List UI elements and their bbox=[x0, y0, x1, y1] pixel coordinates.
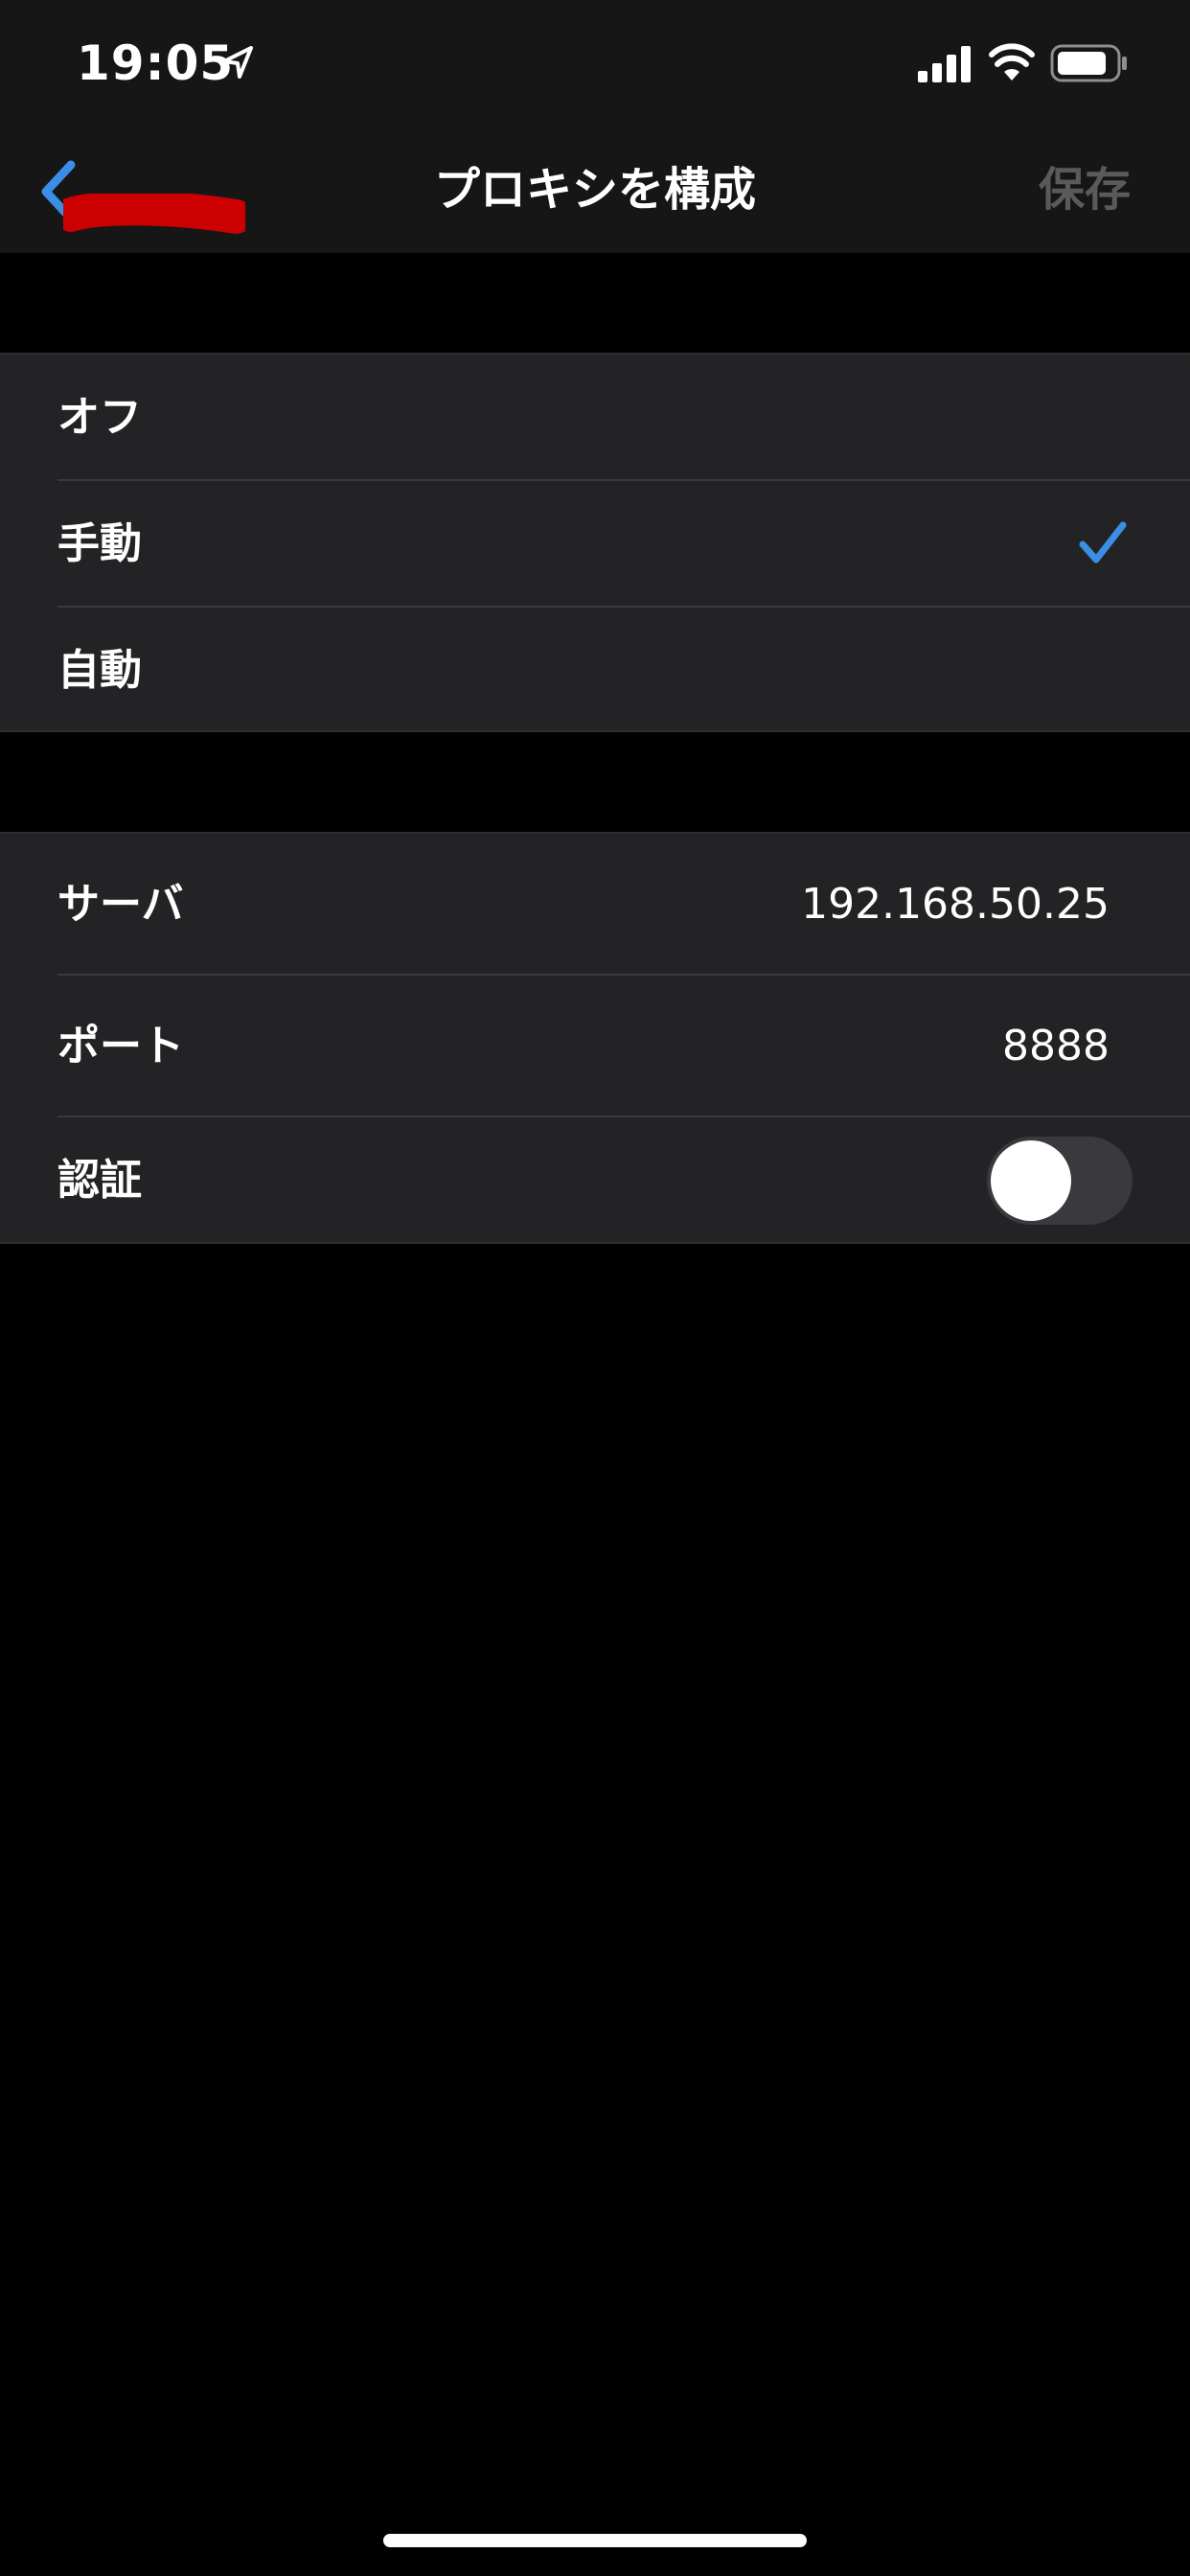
toggle-knob bbox=[991, 1140, 1071, 1221]
cellular-signal-icon bbox=[918, 46, 971, 82]
status-bar: 19:05 bbox=[0, 0, 1190, 126]
port-label: ポート bbox=[57, 1022, 184, 1070]
battery-icon bbox=[1050, 44, 1127, 82]
mode-option-label: 手動 bbox=[57, 519, 142, 568]
proxy-mode-group: オフ 手動 自動 bbox=[0, 353, 1190, 732]
mode-option-label: 自動 bbox=[57, 646, 142, 695]
port-field[interactable]: 8888 bbox=[1002, 1020, 1110, 1073]
status-time: 19:05 bbox=[77, 35, 235, 91]
save-button[interactable]: 保存 bbox=[1039, 161, 1131, 218]
mode-option-label: オフ bbox=[57, 393, 142, 442]
auth-label: 認証 bbox=[57, 1156, 142, 1205]
home-indicator[interactable] bbox=[383, 2534, 807, 2547]
mode-option-auto[interactable]: 自動 bbox=[0, 608, 1190, 732]
server-label: サーバ bbox=[57, 880, 184, 929]
wifi-icon bbox=[989, 43, 1035, 80]
page-title: プロキシを構成 bbox=[433, 163, 756, 217]
auth-toggle[interactable] bbox=[987, 1137, 1133, 1225]
server-row[interactable]: サーバ 192.168.50.25 bbox=[0, 834, 1190, 976]
checkmark-icon bbox=[1079, 521, 1127, 564]
mode-option-off[interactable]: オフ bbox=[0, 355, 1190, 481]
location-arrow-icon bbox=[222, 46, 253, 79]
auth-row: 認証 bbox=[0, 1117, 1190, 1244]
navigation-bar: プロキシを構成 保存 bbox=[0, 126, 1190, 253]
proxy-settings-group: サーバ 192.168.50.25 ポート 8888 認証 bbox=[0, 832, 1190, 1244]
mode-option-manual[interactable]: 手動 bbox=[0, 481, 1190, 608]
port-row[interactable]: ポート 8888 bbox=[0, 976, 1190, 1117]
server-field[interactable]: 192.168.50.25 bbox=[801, 878, 1110, 932]
